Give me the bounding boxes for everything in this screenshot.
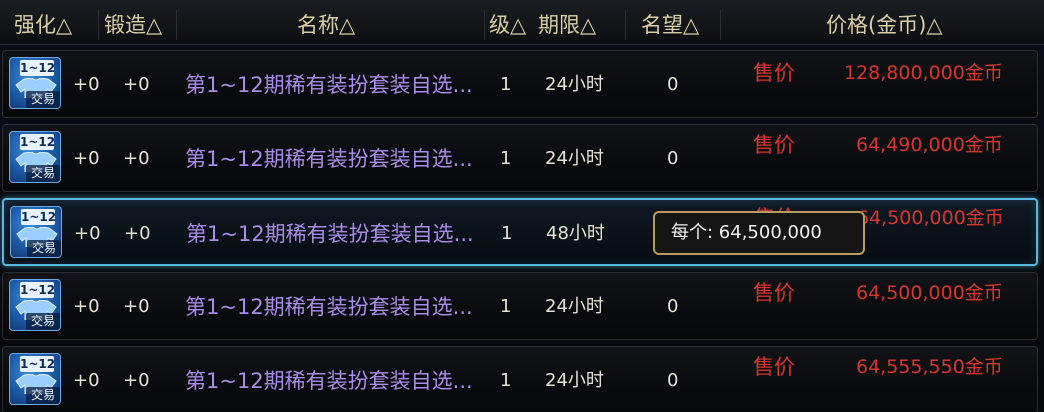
- renown-value: 0: [667, 296, 679, 317]
- sale-label: 售价: [753, 133, 795, 157]
- duration-value: 48小时: [546, 223, 605, 244]
- costume-shirt-icon: 1~12 交易: [9, 131, 61, 183]
- sale-label: 售价: [753, 61, 795, 85]
- sort-renown-header[interactable]: 名望△: [641, 12, 699, 38]
- icon-range-label: 1~12: [20, 282, 56, 298]
- price-value: 64,500,000金币: [856, 282, 1003, 304]
- sort-name-header[interactable]: 名称△: [297, 12, 355, 38]
- duration-value: 24小时: [545, 296, 604, 317]
- level-value: 1: [500, 296, 512, 317]
- level-value: 1: [500, 370, 512, 391]
- item-name: 第1~12期稀有装扮套装自选...: [185, 147, 473, 171]
- header-divider: [625, 10, 626, 40]
- table-row[interactable]: 1~12 交易 +0 +0 第1~12期稀有装扮套装自选... 1 24小时 0…: [2, 346, 1038, 412]
- header-divider: [176, 10, 177, 40]
- costume-shirt-icon: 1~12 交易: [10, 206, 62, 258]
- header-divider: [720, 10, 721, 40]
- duration-value: 24小时: [545, 370, 604, 391]
- enhance-value: +0: [73, 296, 100, 317]
- sale-label: 售价: [753, 355, 795, 379]
- level-value: 1: [501, 223, 513, 244]
- tradable-label: 交易: [26, 91, 60, 108]
- sort-level-header[interactable]: 级△: [489, 12, 526, 38]
- item-name: 第1~12期稀有装扮套装自选...: [186, 222, 474, 246]
- renown-value: 0: [667, 370, 679, 391]
- enhance-value: +0: [73, 370, 100, 391]
- icon-range-label: 1~12: [21, 209, 57, 225]
- tradable-label: 交易: [27, 240, 61, 257]
- forge-value: +0: [123, 296, 150, 317]
- table-row[interactable]: 1~12 交易 +0 +0 第1~12期稀有装扮套装自选... 1 24小时 0…: [2, 50, 1038, 118]
- enhance-value: +0: [74, 223, 101, 244]
- tradable-label: 交易: [26, 165, 60, 182]
- header-divider: [98, 10, 99, 40]
- forge-value: +0: [123, 74, 150, 95]
- column-header-bar: 强化△ 锻造△ 名称△ 级△ 期限△ 名望△ 价格(金币)△: [0, 0, 1044, 45]
- forge-value: +0: [124, 223, 151, 244]
- item-name: 第1~12期稀有装扮套装自选...: [185, 73, 473, 97]
- costume-shirt-icon: 1~12 交易: [9, 57, 61, 109]
- tradable-label: 交易: [26, 387, 60, 404]
- icon-range-label: 1~12: [20, 60, 56, 76]
- item-name: 第1~12期稀有装扮套装自选...: [185, 369, 473, 393]
- enhance-value: +0: [73, 74, 100, 95]
- table-row-selected[interactable]: 1~12 交易 +0 +0 第1~12期稀有装扮套装自选... 1 48小时 0…: [2, 198, 1038, 266]
- auction-list: 强化△ 锻造△ 名称△ 级△ 期限△ 名望△ 价格(金币)△ 1~12 交易 +…: [0, 0, 1044, 412]
- tradable-label: 交易: [26, 313, 60, 330]
- renown-value: 0: [667, 148, 679, 169]
- sort-price-header[interactable]: 价格(金币)△: [826, 12, 943, 38]
- duration-value: 24小时: [545, 74, 604, 95]
- header-divider: [484, 10, 485, 40]
- sort-duration-header[interactable]: 期限△: [538, 12, 596, 38]
- duration-value: 24小时: [545, 148, 604, 169]
- price-value: 64,555,550金币: [856, 356, 1003, 378]
- forge-value: +0: [123, 148, 150, 169]
- level-value: 1: [500, 148, 512, 169]
- sort-forge-header[interactable]: 锻造△: [104, 12, 162, 38]
- renown-value: 0: [667, 74, 679, 95]
- forge-value: +0: [123, 370, 150, 391]
- enhance-value: +0: [73, 148, 100, 169]
- icon-range-label: 1~12: [20, 134, 56, 150]
- price-value: 128,800,000金币: [844, 62, 1003, 84]
- icon-range-label: 1~12: [20, 356, 56, 372]
- sale-label: 售价: [753, 281, 795, 305]
- costume-shirt-icon: 1~12 交易: [9, 353, 61, 405]
- level-value: 1: [500, 74, 512, 95]
- price-value: 64,490,000金币: [856, 134, 1003, 156]
- table-row[interactable]: 1~12 交易 +0 +0 第1~12期稀有装扮套装自选... 1 24小时 0…: [2, 124, 1038, 192]
- costume-shirt-icon: 1~12 交易: [9, 279, 61, 331]
- price-value: 64,500,000金币: [857, 207, 1004, 229]
- sort-enhance-header[interactable]: 强化△: [14, 12, 72, 38]
- item-name: 第1~12期稀有装扮套装自选...: [185, 295, 473, 319]
- unit-price-tooltip: 每个: 64,500,000: [653, 211, 865, 255]
- table-row[interactable]: 1~12 交易 +0 +0 第1~12期稀有装扮套装自选... 1 24小时 0…: [2, 272, 1038, 340]
